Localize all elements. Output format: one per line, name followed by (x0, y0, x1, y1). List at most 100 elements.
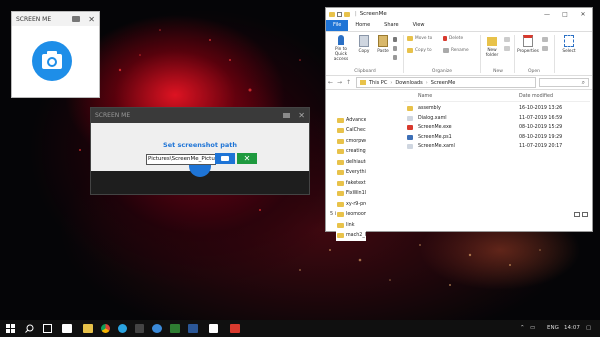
copy-to-icon (407, 48, 413, 53)
easy-access-button[interactable] (504, 46, 512, 51)
tab-share[interactable]: Share (377, 20, 405, 31)
camera-icon[interactable] (32, 41, 72, 81)
list-item[interactable]: Everything-1.4.1... (336, 167, 366, 178)
properties-button[interactable]: Properties (516, 35, 540, 54)
properties-quick-icon[interactable] (337, 11, 342, 17)
list-item[interactable]: mach2_0.3.0.0_... (336, 230, 366, 241)
notification-icon[interactable]: ▢ (586, 320, 591, 337)
ribbon-divider (480, 35, 481, 73)
breadcrumb-downloads[interactable]: Downloads (395, 80, 422, 86)
app-icon-4[interactable] (188, 324, 198, 333)
paste-button[interactable]: Paste (375, 35, 391, 54)
select-button[interactable]: Select (558, 35, 580, 54)
screenshot-path-input[interactable]: Pictures\ScreenMe_Picture.jpg (146, 154, 216, 165)
easy-access-icon (504, 46, 510, 51)
list-item[interactable]: faketext (336, 178, 366, 188)
details-view-icon[interactable] (574, 212, 580, 217)
confirm-button[interactable]: ✕ (237, 153, 257, 164)
breadcrumb-screenme[interactable]: ScreenMe (431, 80, 456, 86)
list-item-label: faketext (346, 180, 366, 186)
large-icons-view-icon[interactable] (582, 212, 588, 217)
screenme-mini-window: SCREEN ME ✕ (11, 11, 100, 98)
tray-chevron-icon[interactable]: ⌃ (520, 320, 528, 337)
up-button[interactable]: ↑ (344, 79, 353, 86)
close-icon[interactable]: ✕ (298, 111, 305, 120)
list-item[interactable]: CalCheck2.5.2_... (336, 125, 366, 136)
forward-button[interactable]: → (335, 79, 344, 86)
file-date: 08-10-2019 15:29 (519, 125, 563, 130)
breadcrumb-this-pc[interactable]: This PC (369, 80, 387, 86)
tab-view[interactable]: View (406, 20, 432, 31)
column-name[interactable]: Name (418, 94, 432, 99)
list-item[interactable]: xy-r9-press-kit (336, 199, 366, 209)
properties-label: Properties (517, 49, 539, 54)
app-icon[interactable] (62, 324, 72, 333)
back-button[interactable]: ← (326, 79, 335, 86)
copy-button[interactable]: Copy (356, 35, 372, 54)
file-explorer-icon[interactable] (83, 324, 93, 333)
new-folder-quick-icon[interactable] (344, 11, 350, 17)
edge-icon[interactable] (118, 324, 127, 333)
list-item[interactable]: creating_torrent (336, 146, 366, 157)
delete-button[interactable]: Delete (443, 36, 463, 41)
screenme-icon[interactable] (152, 324, 162, 333)
list-item[interactable]: cmorpwd-5.0 (336, 136, 366, 146)
list-item[interactable]: delhiauto-fee (336, 157, 366, 167)
list-item[interactable]: leomoon-dot-c... (336, 209, 366, 220)
folder-icon (337, 128, 344, 133)
move-to-button[interactable]: Move to (407, 36, 432, 41)
windows-start-icon[interactable] (6, 324, 15, 333)
edit-button[interactable] (542, 46, 550, 51)
rename-icon (443, 48, 449, 53)
app-icon-6[interactable] (230, 324, 240, 333)
copy-to-button[interactable]: Copy to (407, 48, 432, 53)
table-row[interactable]: assembly 16-10-2019 13:26 (404, 104, 590, 113)
cut-button[interactable] (393, 37, 399, 42)
network-icon[interactable]: ▭ (530, 320, 542, 337)
chrome-icon[interactable] (101, 324, 110, 333)
app-icon-2[interactable] (135, 324, 144, 333)
new-item-icon (504, 37, 510, 42)
rename-button[interactable]: Rename (443, 48, 469, 53)
table-row[interactable]: ScreenMe.xaml 11-07-2019 20:17 (404, 142, 590, 151)
search-input[interactable]: ⌕ (539, 78, 589, 87)
browse-folder-button[interactable] (215, 153, 235, 164)
list-item[interactable]: AdvancedWinS... (336, 115, 366, 125)
properties-icon (523, 35, 533, 47)
folder-icon (329, 11, 335, 17)
clock[interactable]: 14:07 (564, 320, 580, 337)
folder-icon[interactable] (72, 16, 81, 22)
folder-icon[interactable] (283, 113, 291, 118)
table-row[interactable]: Dialog.xaml 11-07-2019 16:59 (404, 114, 590, 123)
new-folder-button[interactable]: New folder (482, 35, 502, 58)
delete-icon (443, 36, 447, 41)
pin-quick-access-button[interactable]: Pin to Quick access (329, 35, 353, 62)
search-icon[interactable] (25, 324, 34, 333)
paste-shortcut-button[interactable] (393, 55, 399, 60)
app-icon-3[interactable] (170, 324, 180, 333)
open-button[interactable] (542, 37, 550, 42)
tab-file[interactable]: File (326, 20, 349, 31)
new-item-button[interactable] (504, 37, 512, 42)
language-indicator[interactable]: ENG (547, 320, 559, 337)
pin-icon (338, 35, 344, 45)
task-view-icon[interactable] (43, 324, 52, 333)
camera-button-partial (189, 165, 211, 177)
copy-path-button[interactable] (393, 46, 399, 51)
table-row[interactable]: ScreenMe.ps1 08-10-2019 19:29 (404, 133, 590, 142)
column-date-modified[interactable]: Date modified (519, 94, 553, 99)
close-icon[interactable]: ✕ (88, 15, 95, 24)
folder-icon (337, 233, 344, 238)
folder-icon (337, 201, 344, 207)
rename-label: Rename (451, 48, 469, 53)
address-bar[interactable]: This PC › Downloads › ScreenMe (356, 77, 536, 88)
table-row[interactable]: ScreenMe.exe 08-10-2019 15:29 (404, 123, 590, 132)
list-item-label: CalCheck2.5.2_... (346, 128, 366, 133)
app-icon-5[interactable] (209, 324, 218, 333)
tab-home[interactable]: Home (348, 20, 377, 31)
maximize-button[interactable]: □ (556, 11, 574, 18)
list-item[interactable]: FixWin10 (336, 188, 366, 199)
close-button[interactable]: ✕ (574, 11, 592, 18)
list-item[interactable]: link (336, 220, 366, 230)
minimize-button[interactable]: — (538, 11, 556, 18)
